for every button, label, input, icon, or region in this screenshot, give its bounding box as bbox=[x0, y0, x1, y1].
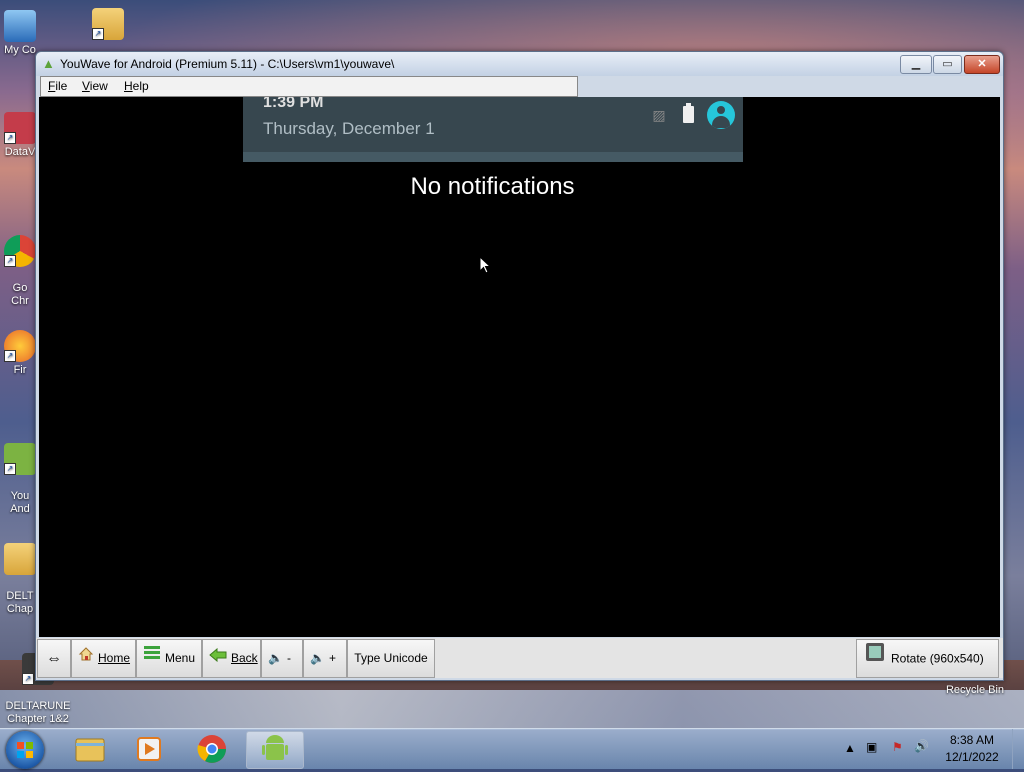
type-unicode-label: Type Unicode bbox=[354, 651, 428, 665]
back-label: Back bbox=[231, 651, 258, 665]
menu-label: Menu bbox=[165, 651, 196, 665]
chrome-icon: ↗ bbox=[4, 235, 36, 267]
menu-file[interactable]: File bbox=[48, 79, 67, 93]
no-sim-icon: ▨ bbox=[652, 107, 666, 123]
home-label: Home bbox=[98, 651, 131, 665]
rotate-device-icon bbox=[863, 640, 887, 679]
desktop-icon-deltarune-folder[interactable]: DELT Chap bbox=[0, 530, 40, 616]
desktop-icon-label: DataV bbox=[4, 146, 36, 158]
rotate-button[interactable]: Rotate (960x540) bbox=[856, 639, 999, 678]
back-arrow-icon bbox=[209, 640, 227, 677]
youwave-window: ▲ YouWave for Android (Premium 5.11) - C… bbox=[35, 51, 1004, 681]
desktop-icon-label: Go Chr bbox=[11, 282, 29, 307]
android-icon: ↗ bbox=[4, 443, 36, 475]
youwave-toolbar: ⇔ Home Menu Back 🔈 - 🔈 + Type Unicode Ro… bbox=[36, 638, 1003, 678]
firefox-icon: ↗ bbox=[4, 330, 36, 362]
android-date: Thursday, December 1 bbox=[263, 119, 435, 138]
volume-down-label: - bbox=[286, 651, 291, 665]
media-player-icon bbox=[137, 737, 161, 761]
desktop-icon-firefox[interactable]: ↗ Fir bbox=[0, 330, 40, 377]
menu-button[interactable]: Menu bbox=[136, 639, 202, 678]
resize-button[interactable]: ⇔ bbox=[37, 639, 71, 678]
shortcut-arrow-icon: ↗ bbox=[4, 132, 16, 144]
speaker-icon: 🔈 bbox=[268, 651, 283, 666]
resize-arrows-icon: ⇔ bbox=[46, 650, 62, 667]
desktop-icon-label: Recycle Bin bbox=[945, 684, 1005, 696]
shortcut-arrow-icon: ↗ bbox=[4, 350, 16, 362]
speaker-icon: 🔈 bbox=[310, 651, 325, 666]
taskbar-youwave[interactable] bbox=[246, 731, 304, 769]
taskbar-chrome[interactable] bbox=[184, 731, 240, 767]
volume-down-button[interactable]: 🔈 - bbox=[261, 639, 303, 678]
maximize-button[interactable]: ▭ bbox=[933, 55, 962, 74]
taskbar-date: 12/1/2022 bbox=[945, 750, 999, 764]
back-button[interactable]: Back bbox=[202, 639, 261, 678]
taskbar-clock[interactable]: 8:38 AM 12/1/2022 bbox=[940, 733, 1004, 764]
start-button[interactable] bbox=[6, 731, 44, 769]
chrome-icon bbox=[197, 735, 226, 763]
user-avatar-icon[interactable] bbox=[707, 101, 735, 129]
window-titlebar[interactable]: ▲ YouWave for Android (Premium 5.11) - C… bbox=[36, 52, 1003, 76]
desktop-icon-label: DELT Chap bbox=[6, 590, 34, 615]
shortcut-arrow-icon: ↗ bbox=[4, 463, 16, 475]
desktop-icon-youwave[interactable]: ↗ You And bbox=[0, 430, 40, 516]
network-icon[interactable]: ▣ bbox=[866, 740, 877, 754]
datav-icon: ↗ bbox=[4, 112, 36, 144]
rotate-label: Rotate (960x540) bbox=[891, 651, 984, 666]
computer-icon bbox=[4, 10, 36, 42]
android-clock: 1:39 PM bbox=[263, 97, 324, 111]
taskbar-explorer[interactable] bbox=[62, 731, 118, 767]
close-button[interactable]: ✕ bbox=[964, 55, 1000, 74]
desktop-icon-recycle-bin[interactable]: Recycle Bin bbox=[940, 684, 1010, 697]
mouse-cursor-icon bbox=[479, 256, 491, 274]
shortcut-arrow-icon: ↗ bbox=[22, 673, 34, 685]
wallpaper-water bbox=[0, 690, 1024, 730]
taskbar-time: 8:38 AM bbox=[949, 733, 995, 747]
type-unicode-button[interactable]: Type Unicode bbox=[347, 639, 435, 678]
taskbar: ▲ ▣ ⚑ 🔊 8:38 AM 12/1/2022 bbox=[0, 728, 1024, 769]
desktop-icon-google-chrome[interactable]: ↗ Go Chr bbox=[0, 222, 40, 308]
desktop-icon-label: DELTARUNE Chapter 1&2 bbox=[5, 700, 71, 725]
volume-icon[interactable]: 🔊 bbox=[914, 739, 929, 753]
android-screen[interactable]: 1:39 PM Thursday, December 1 ▨ No notifi… bbox=[39, 97, 1000, 637]
action-center-icon[interactable]: ⚑ bbox=[892, 740, 903, 754]
volume-up-label: + bbox=[328, 651, 336, 665]
menu-list-icon bbox=[143, 640, 161, 677]
desktop-icon-datav[interactable]: ↗ DataV bbox=[0, 112, 40, 159]
menu-help[interactable]: Help bbox=[124, 79, 149, 93]
menu-view[interactable]: View bbox=[82, 79, 108, 93]
folder-icon bbox=[4, 543, 36, 575]
window-title: YouWave for Android (Premium 5.11) - C:\… bbox=[60, 57, 395, 71]
folder-icon bbox=[75, 738, 105, 762]
desktop-icon-label: You And bbox=[10, 490, 30, 515]
show-desktop-button[interactable] bbox=[1012, 729, 1024, 769]
home-icon bbox=[78, 640, 94, 677]
desktop-icon-my-computer[interactable]: My Co bbox=[0, 10, 40, 57]
youwave-app-icon: ▲ bbox=[42, 56, 55, 71]
windows-logo-icon bbox=[17, 742, 33, 758]
taskbar-media-player[interactable] bbox=[122, 731, 178, 767]
desktop-icon-folder[interactable]: ↗ bbox=[78, 8, 138, 42]
menu-bar: File View Help bbox=[40, 76, 578, 97]
show-hidden-icons-button[interactable]: ▲ bbox=[844, 741, 856, 755]
shade-divider bbox=[243, 152, 743, 162]
folder-download-icon: ↗ bbox=[92, 8, 124, 40]
no-notifications-text: No notifications bbox=[410, 173, 575, 200]
minimize-button[interactable]: ▁ bbox=[900, 55, 932, 74]
shortcut-arrow-icon: ↗ bbox=[92, 28, 104, 40]
android-icon bbox=[262, 735, 288, 760]
desktop-icon-label: My Co bbox=[4, 44, 36, 56]
home-button[interactable]: Home bbox=[71, 639, 136, 678]
battery-icon bbox=[683, 103, 694, 123]
desktop-icon-label: Fir bbox=[13, 364, 27, 376]
volume-up-button[interactable]: 🔈 + bbox=[303, 639, 347, 678]
shortcut-arrow-icon: ↗ bbox=[4, 255, 16, 267]
